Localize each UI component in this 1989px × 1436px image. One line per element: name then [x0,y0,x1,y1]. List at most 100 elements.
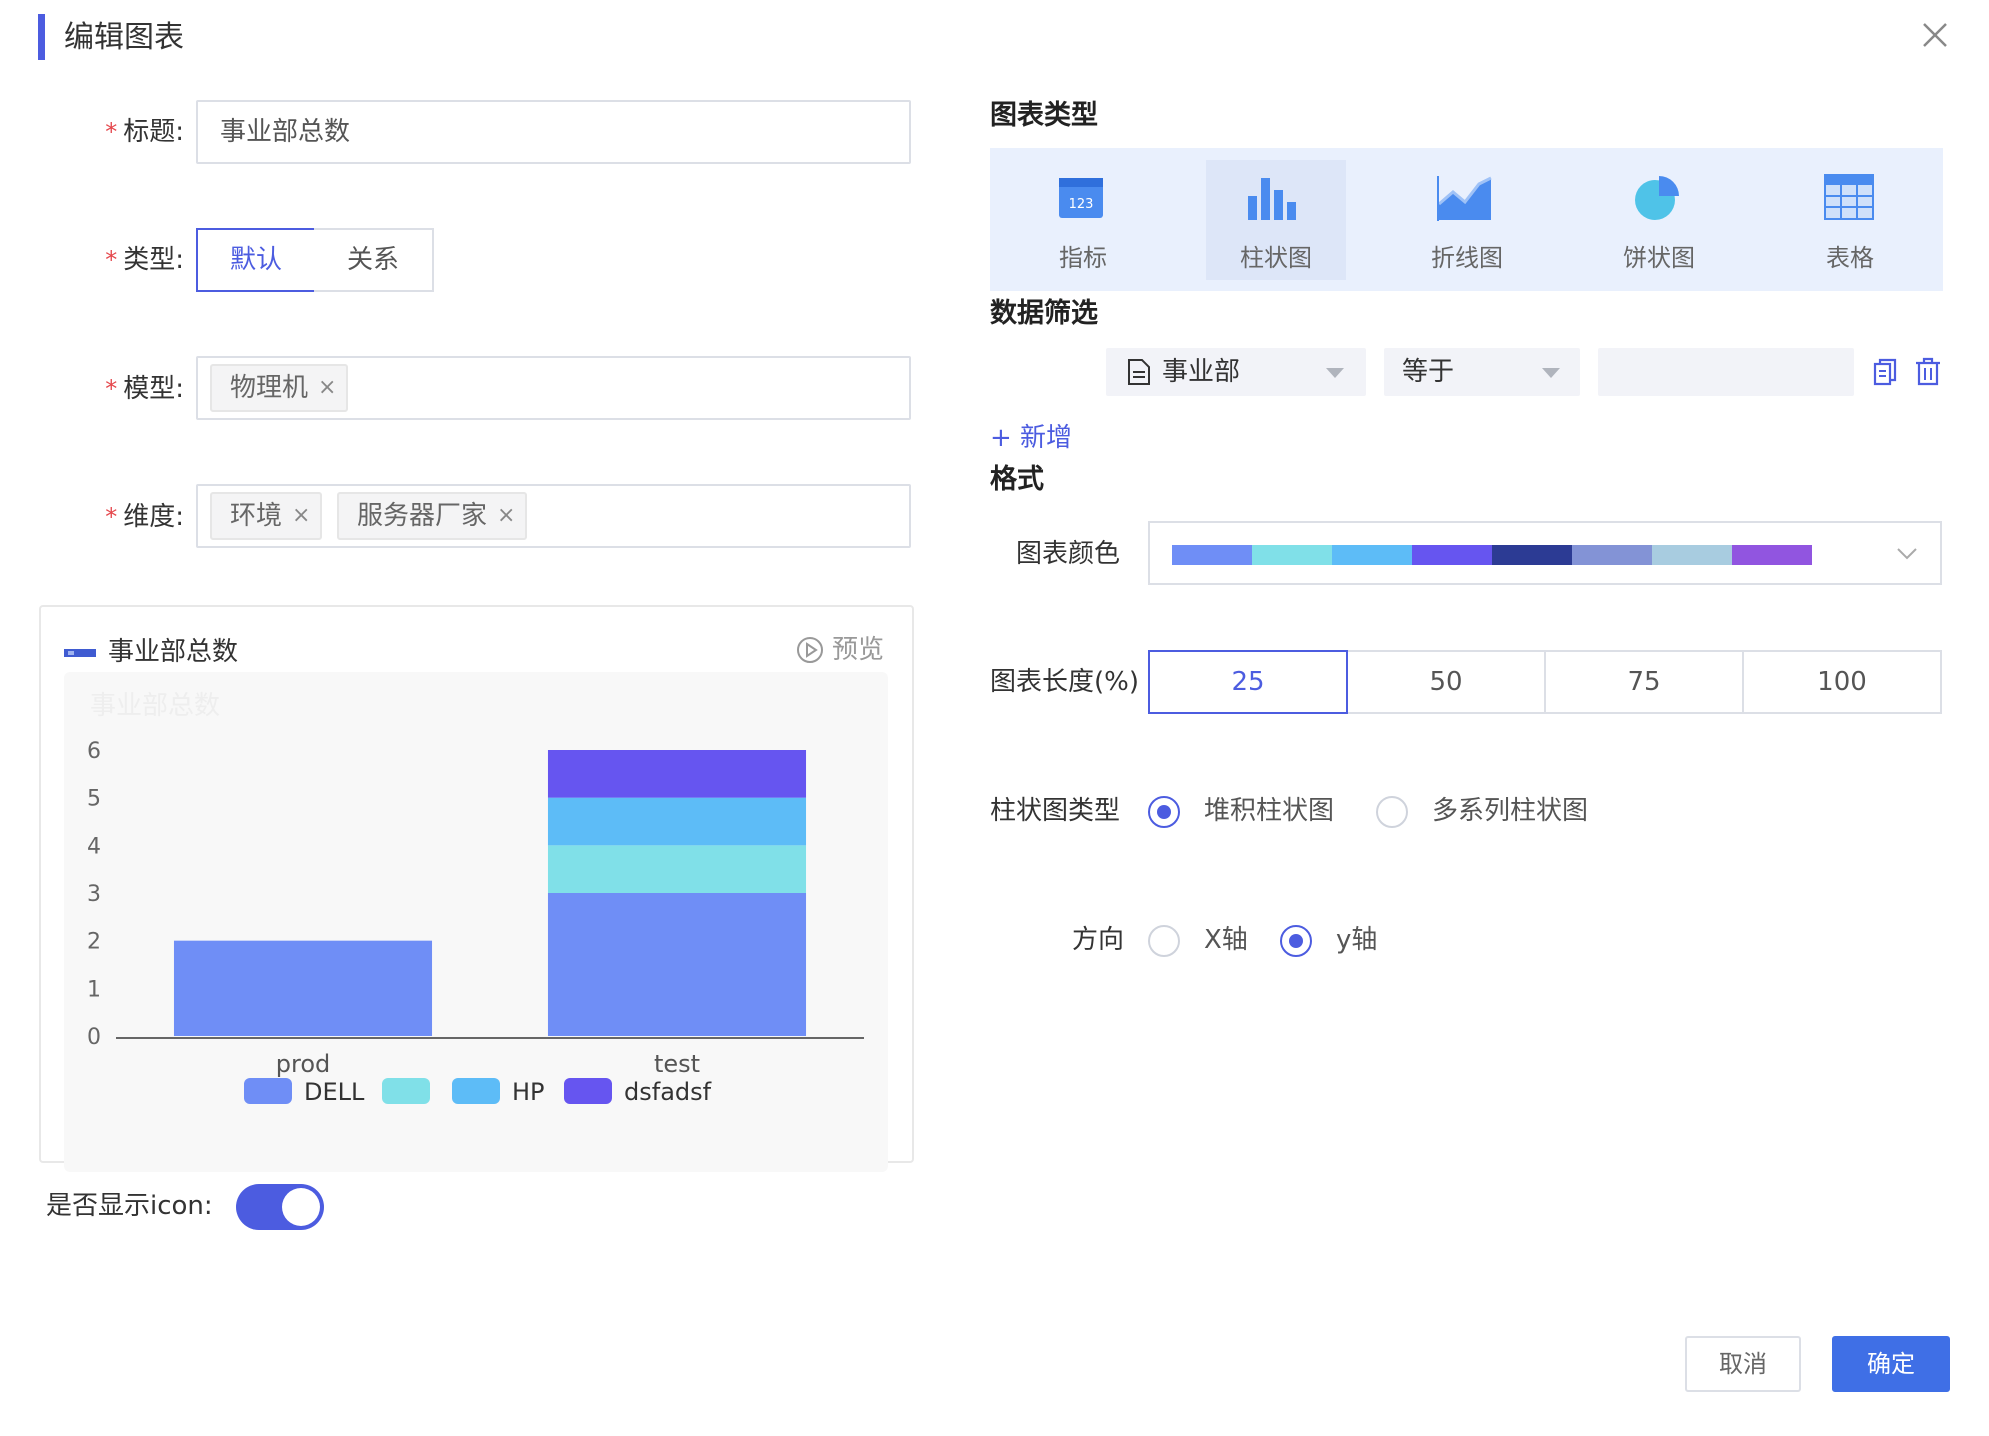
show-icon-label: 是否显示icon: [46,1191,213,1221]
type-option-default[interactable]: 默认 [196,228,316,292]
delete-icon[interactable] [1914,356,1942,386]
y-tick-label: 6 [87,739,101,764]
palette-swatch [1732,545,1812,565]
preview-label: 预览 [832,635,885,665]
toggle-knob [282,1188,320,1226]
y-tick-label: 0 [87,1025,101,1050]
radio-y-axis-label[interactable]: y轴 [1336,920,1377,960]
chart-length-label: 图表长度(%) [990,667,1139,697]
required-mark: * [105,375,118,403]
chart-icon [64,649,96,657]
bar-segment [547,893,807,1036]
chart-type-bar-option[interactable]: 柱状图 [1206,160,1346,280]
y-tick-label: 5 [87,787,101,812]
cancel-button[interactable]: 取消 [1685,1336,1801,1392]
legend-swatch [452,1078,500,1104]
legend-label: dsfadsf [624,1078,712,1106]
x-tick-label: prod [276,1050,331,1078]
document-icon [1128,359,1150,385]
radio-stacked-label[interactable]: 堆积柱状图 [1204,791,1334,831]
palette-swatch [1652,545,1732,565]
chart-type-label: 表格 [1826,244,1874,272]
title-accent-bar [38,14,45,60]
add-filter-button[interactable]: + 新增 [990,418,1072,458]
dialog-title: 编辑图表 [64,20,184,55]
svg-text:123: 123 [1069,197,1094,212]
close-icon[interactable] [1918,18,1952,52]
data-filter-title: 数据筛选 [990,298,1098,329]
format-title: 格式 [990,464,1044,495]
title-label-text: 标题: [123,117,184,147]
chart-type-label: 指标 [1059,244,1107,272]
radio-y-axis[interactable] [1280,925,1312,957]
length-option-50[interactable]: 50 [1346,650,1546,714]
title-input-value: 事业部总数 [220,117,351,147]
y-tick-label: 1 [87,977,101,1002]
palette-swatch [1252,545,1332,565]
type-option-relation[interactable]: 关系 [314,228,434,292]
model-label-text: 模型: [123,374,184,404]
line-chart-icon [1437,176,1492,221]
length-option-100[interactable]: 100 [1742,650,1942,714]
chart-color-select[interactable] [1148,521,1942,585]
chart-type-pie[interactable]: 饼状图 [1589,160,1729,280]
show-icon-toggle[interactable] [236,1184,324,1230]
palette-swatch [1572,545,1652,565]
chevron-down-icon [1542,368,1560,378]
required-mark: * [105,246,118,274]
required-mark: * [105,118,118,146]
filter-field-select[interactable]: 事业部 [1106,348,1366,396]
radio-x-axis-label[interactable]: X轴 [1204,920,1248,960]
dimension-label-text: 维度: [123,502,184,532]
palette-swatch [1412,545,1492,565]
length-option-25[interactable]: 25 [1148,650,1348,714]
type-field-label: * 类型: [24,240,184,280]
radio-multi-series-label[interactable]: 多系列柱状图 [1432,791,1588,831]
bar-type-label: 柱状图类型 [990,796,1121,826]
preview-title: 事业部总数 [108,637,239,667]
x-tick-label: test [654,1050,700,1078]
model-tag-label: 物理机 [230,373,309,403]
pie-chart-icon [1635,176,1679,220]
chart-type-label: 饼状图 [1623,244,1695,272]
preview-button[interactable]: 预览 [796,632,884,668]
dimension-tag-label: 服务器厂家 [357,501,488,531]
chevron-down-icon [1897,548,1917,560]
chart-type-metric[interactable]: 123 指标 [1013,160,1153,280]
radio-multi-series[interactable] [1376,796,1408,828]
confirm-button[interactable]: 确定 [1832,1336,1950,1392]
bar-segment [547,750,807,798]
chart-color-label: 图表颜色 [1016,539,1121,569]
table-icon [1824,174,1874,220]
copy-icon[interactable] [1872,358,1898,386]
chart-type-line[interactable]: 折线图 [1397,160,1537,280]
length-option-75[interactable]: 75 [1544,650,1744,714]
chevron-down-icon [1326,368,1344,378]
required-mark: * [105,503,118,531]
tag-close-icon[interactable]: × [318,366,336,410]
chart-type-title: 图表类型 [990,100,1098,131]
dimension-tag-label: 环境 [230,501,283,531]
dimension-field-label: * 维度: [24,497,184,537]
chart-type-label: 柱状图 [1240,244,1312,272]
y-tick-label: 2 [87,930,101,955]
filter-operator-select[interactable]: 等于 [1384,348,1580,396]
palette-swatch [1172,545,1252,565]
bar-segment [547,845,807,893]
radio-stacked[interactable] [1148,796,1180,828]
legend-swatch [244,1078,292,1104]
model-field-label: * 模型: [24,369,184,409]
bar-segment [173,940,433,1036]
chart-type-table[interactable]: 表格 [1780,160,1920,280]
filter-value-input[interactable] [1598,348,1854,396]
title-field-label: * 标题: [24,112,184,152]
tag-close-icon[interactable]: × [497,494,515,538]
title-input[interactable]: 事业部总数 [196,100,911,164]
tag-close-icon[interactable]: × [292,494,310,538]
model-tag: 物理机 × [210,364,349,412]
legend-label: HP [512,1078,545,1106]
radio-x-axis[interactable] [1148,925,1180,957]
palette-swatch [1332,545,1412,565]
legend-swatch [564,1078,612,1104]
legend-swatch [382,1078,430,1104]
